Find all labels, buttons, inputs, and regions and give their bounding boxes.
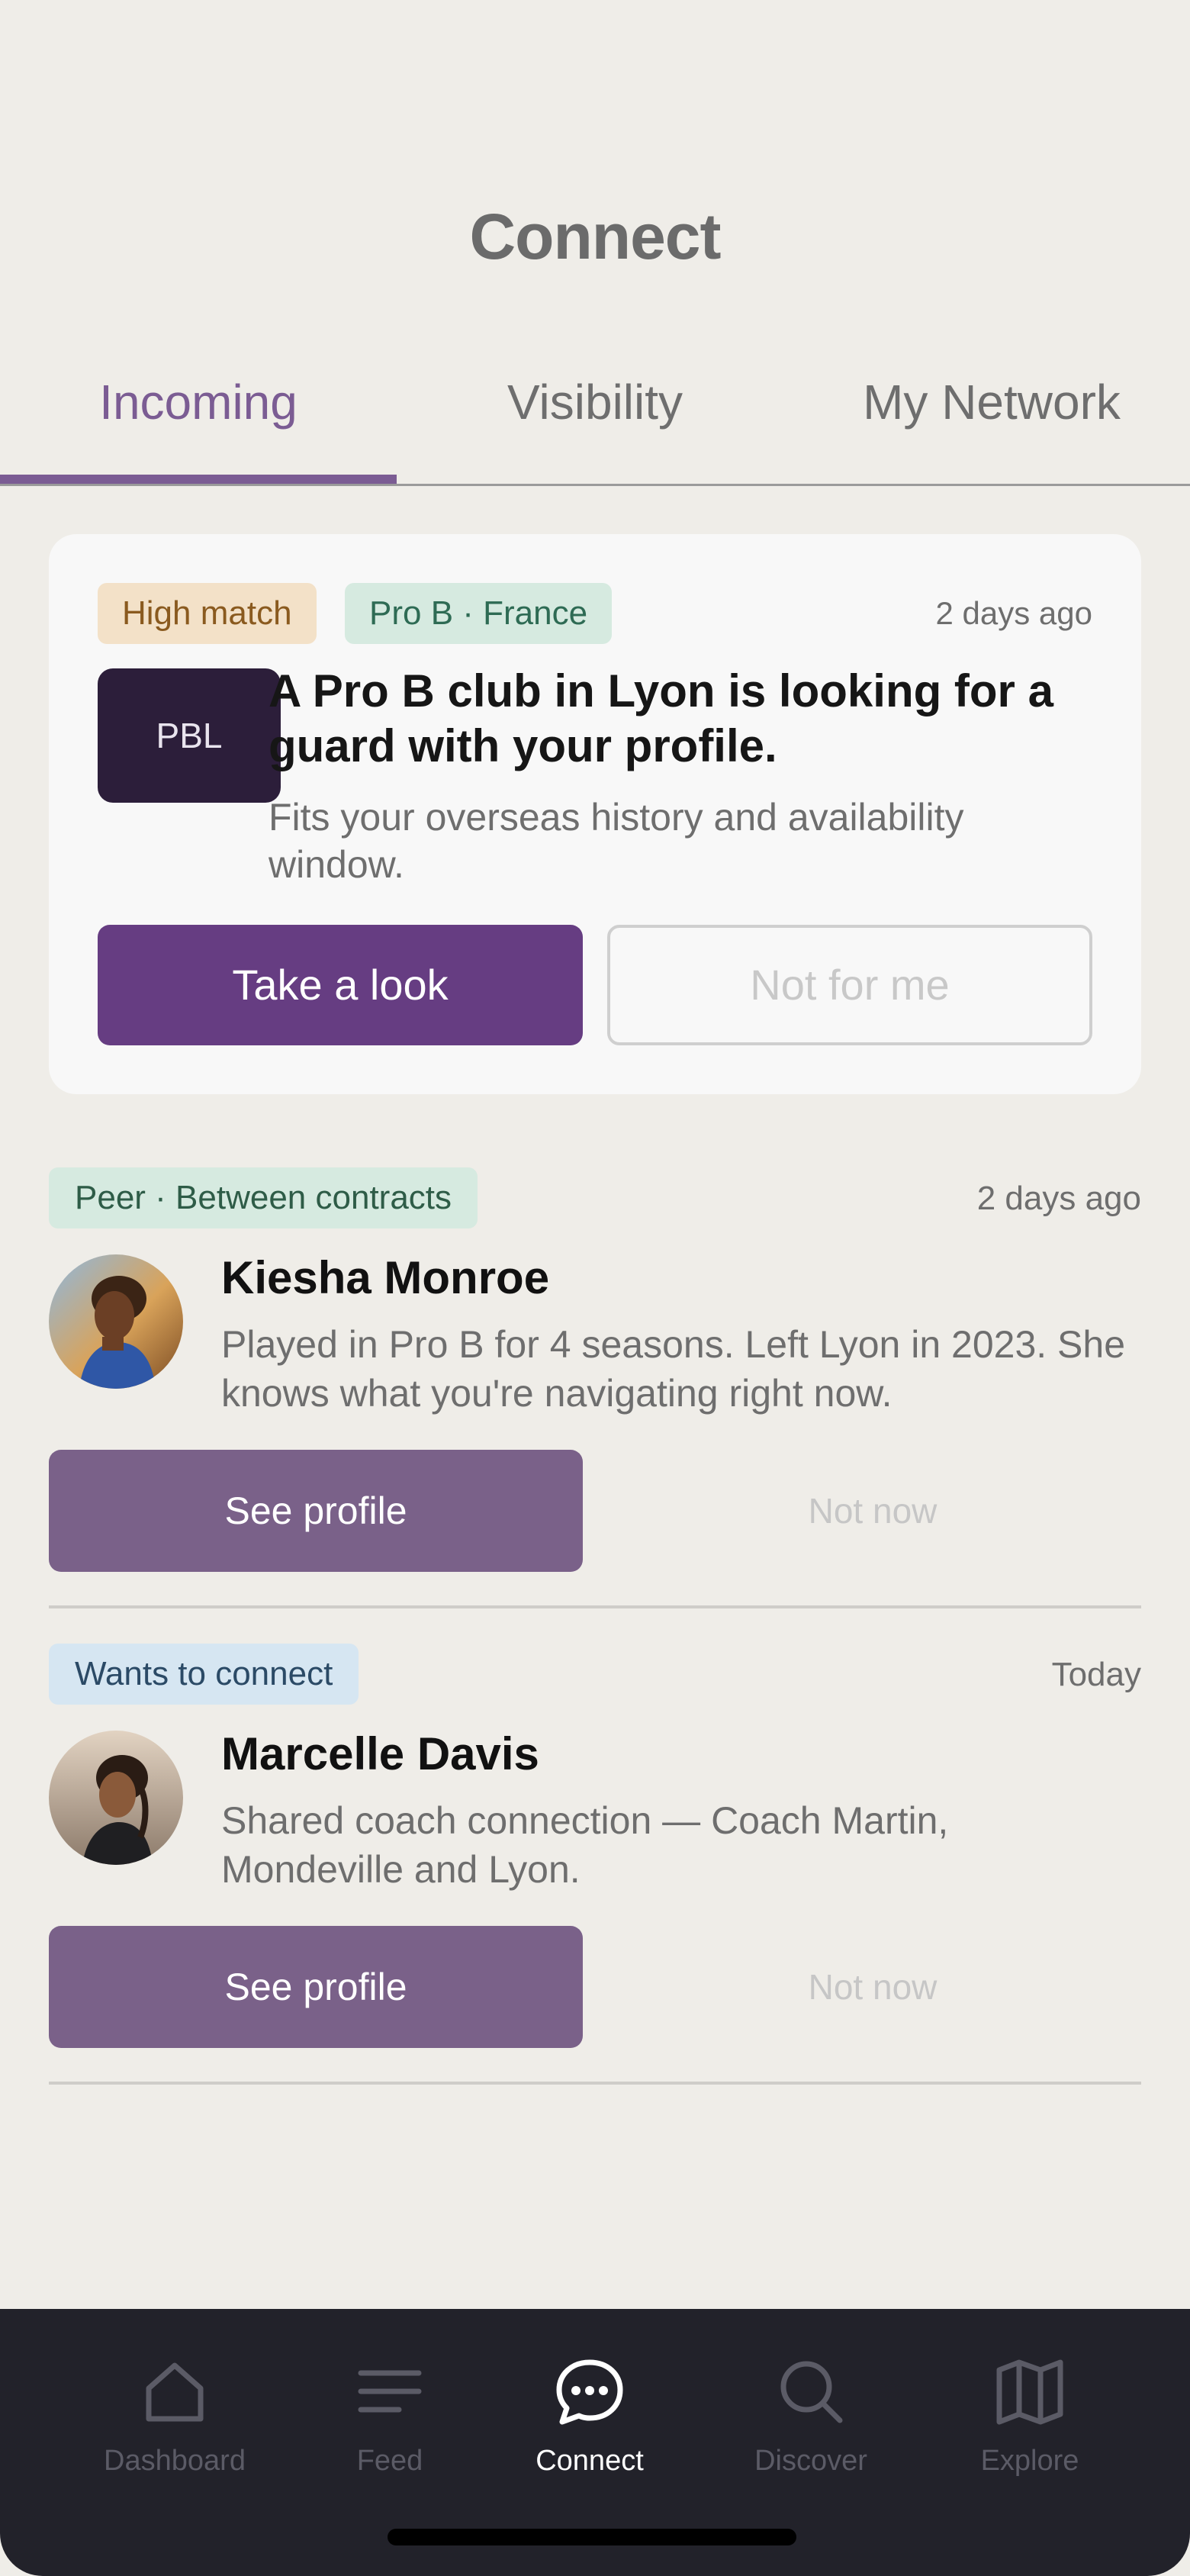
nav-label: Connect (536, 2445, 644, 2477)
home-indicator[interactable] (388, 2529, 796, 2545)
feed-icon (358, 2370, 422, 2413)
not-now-button[interactable]: Not now (604, 1450, 1141, 1572)
nav-label: Discover (754, 2445, 867, 2477)
club-logo: PBL (98, 668, 281, 803)
divider (49, 1605, 1141, 1608)
nav-label: Dashboard (104, 2445, 246, 2477)
tab-my-network[interactable]: My Network (793, 374, 1190, 430)
page-title: Connect (469, 201, 722, 272)
connection-type-badge: Peer · Between contracts (49, 1167, 478, 1228)
not-for-me-button[interactable]: Not for me (607, 925, 1092, 1045)
connection-timestamp: Today (1051, 1656, 1141, 1693)
person-name[interactable]: Marcelle Davis (221, 1728, 539, 1780)
avatar[interactable] (49, 1731, 183, 1865)
connection-timestamp: 2 days ago (976, 1180, 1141, 1217)
card-timestamp: 2 days ago (935, 595, 1093, 631)
tab-visibility[interactable]: Visibility (397, 374, 793, 430)
connection-card: Wants to connect Today Marcelle Davis Sh… (49, 1644, 1141, 2121)
person-description: Played in Pro B for 4 seasons. Left Lyon… (221, 1323, 1126, 1415)
person-description: Shared coach connection — Coach Martin, … (221, 1799, 949, 1891)
connection-card: Peer · Between contracts 2 days ago Kies… (49, 1167, 1141, 1645)
active-tab-indicator (0, 475, 397, 484)
divider (49, 2082, 1141, 2085)
opportunity-headline: A Pro B club in Lyon is looking for a gu… (269, 665, 1053, 771)
nav-explore[interactable]: Explore (911, 2355, 1149, 2507)
nav-dashboard[interactable]: Dashboard (56, 2355, 294, 2507)
connection-type-badge: Wants to connect (49, 1644, 359, 1705)
tab-incoming[interactable]: Incoming (0, 374, 397, 430)
nav-connect[interactable]: Connect (471, 2355, 709, 2507)
map-icon (996, 2359, 1063, 2425)
opportunity-subtext: Fits your overseas history and availabil… (269, 796, 964, 886)
league-badge: Pro B · France (345, 583, 613, 644)
take-a-look-button[interactable]: Take a look (98, 925, 583, 1045)
nav-discover[interactable]: Discover (692, 2355, 930, 2507)
tab-bar-divider (0, 484, 1190, 486)
see-profile-button[interactable]: See profile (49, 1926, 583, 2048)
avatar[interactable] (49, 1254, 183, 1389)
app-screen: Connect Incoming Visibility My Network H… (0, 0, 1190, 2576)
nav-label: Explore (980, 2445, 1079, 2477)
not-now-button[interactable]: Not now (604, 1926, 1141, 2048)
chat-icon (556, 2359, 623, 2425)
see-profile-button[interactable]: See profile (49, 1450, 583, 1572)
search-icon (780, 2361, 843, 2423)
tab-bar: Incoming Visibility My Network (0, 351, 1190, 486)
home-icon (146, 2362, 204, 2422)
featured-opportunity-card: High match Pro B · France 2 days ago PBL… (49, 534, 1141, 1094)
person-name[interactable]: Kiesha Monroe (221, 1251, 549, 1304)
high-match-badge: High match (98, 583, 317, 644)
